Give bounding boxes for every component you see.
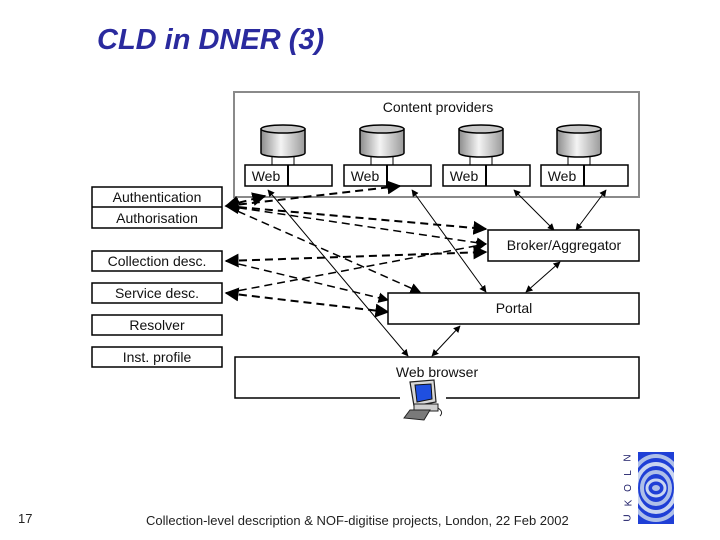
link-web2-portal: [411, 189, 487, 293]
logo-letter: O: [623, 484, 634, 492]
link-portal-browser: [431, 325, 461, 357]
service-authentication: Authentication: [113, 189, 202, 205]
service-collection-desc: Collection desc.: [108, 253, 207, 269]
service-resolver: Resolver: [129, 317, 185, 333]
content-providers-label: Content providers: [383, 99, 494, 115]
computer-icon: [400, 378, 446, 422]
web-server-label: Web: [548, 168, 577, 184]
broker-label: Broker/Aggregator: [507, 237, 622, 253]
broker-node: Broker/Aggregator: [487, 229, 640, 262]
slide-footer: Collection-level description & NOF-digit…: [146, 513, 569, 528]
web-server-label: Web: [252, 168, 281, 184]
logo-letter: K: [622, 499, 634, 507]
dner-architecture-diagram: Content providers Web Web Web Web Authentic…: [91, 91, 640, 422]
portal-label: Portal: [496, 300, 533, 316]
browser-label: Web browser: [396, 364, 479, 380]
link-auth-portal: [225, 205, 421, 293]
link-servdesc-portal: [224, 287, 390, 318]
logo-letter: U: [622, 514, 634, 522]
link-colldesc-broker: [224, 245, 488, 268]
logo-letter: N: [622, 454, 634, 462]
services-column: Authentication Authorisation Collection …: [91, 186, 223, 368]
database-icon: [556, 124, 602, 158]
web-server-label: Web: [450, 168, 479, 184]
ukoln-wordmark: N L O K U: [620, 452, 638, 524]
slide-number: 17: [18, 511, 33, 526]
ukoln-logo-icon: [638, 452, 674, 524]
database-icon: [359, 124, 405, 158]
link-web1-browser: [267, 189, 409, 357]
link-servdesc-broker: [225, 240, 488, 294]
portal-node: Portal: [387, 292, 640, 325]
browser-node: Web browser: [234, 356, 640, 422]
service-authorisation: Authorisation: [116, 210, 198, 226]
connections: [224, 180, 607, 357]
logo-letter: L: [623, 470, 634, 476]
service-service-desc: Service desc.: [115, 285, 199, 301]
link-broker-portal: [525, 261, 561, 293]
database-icon: [458, 124, 504, 158]
service-inst-profile: Inst. profile: [123, 349, 192, 365]
database-icon: [260, 124, 306, 158]
web-server-label: Web: [351, 168, 380, 184]
